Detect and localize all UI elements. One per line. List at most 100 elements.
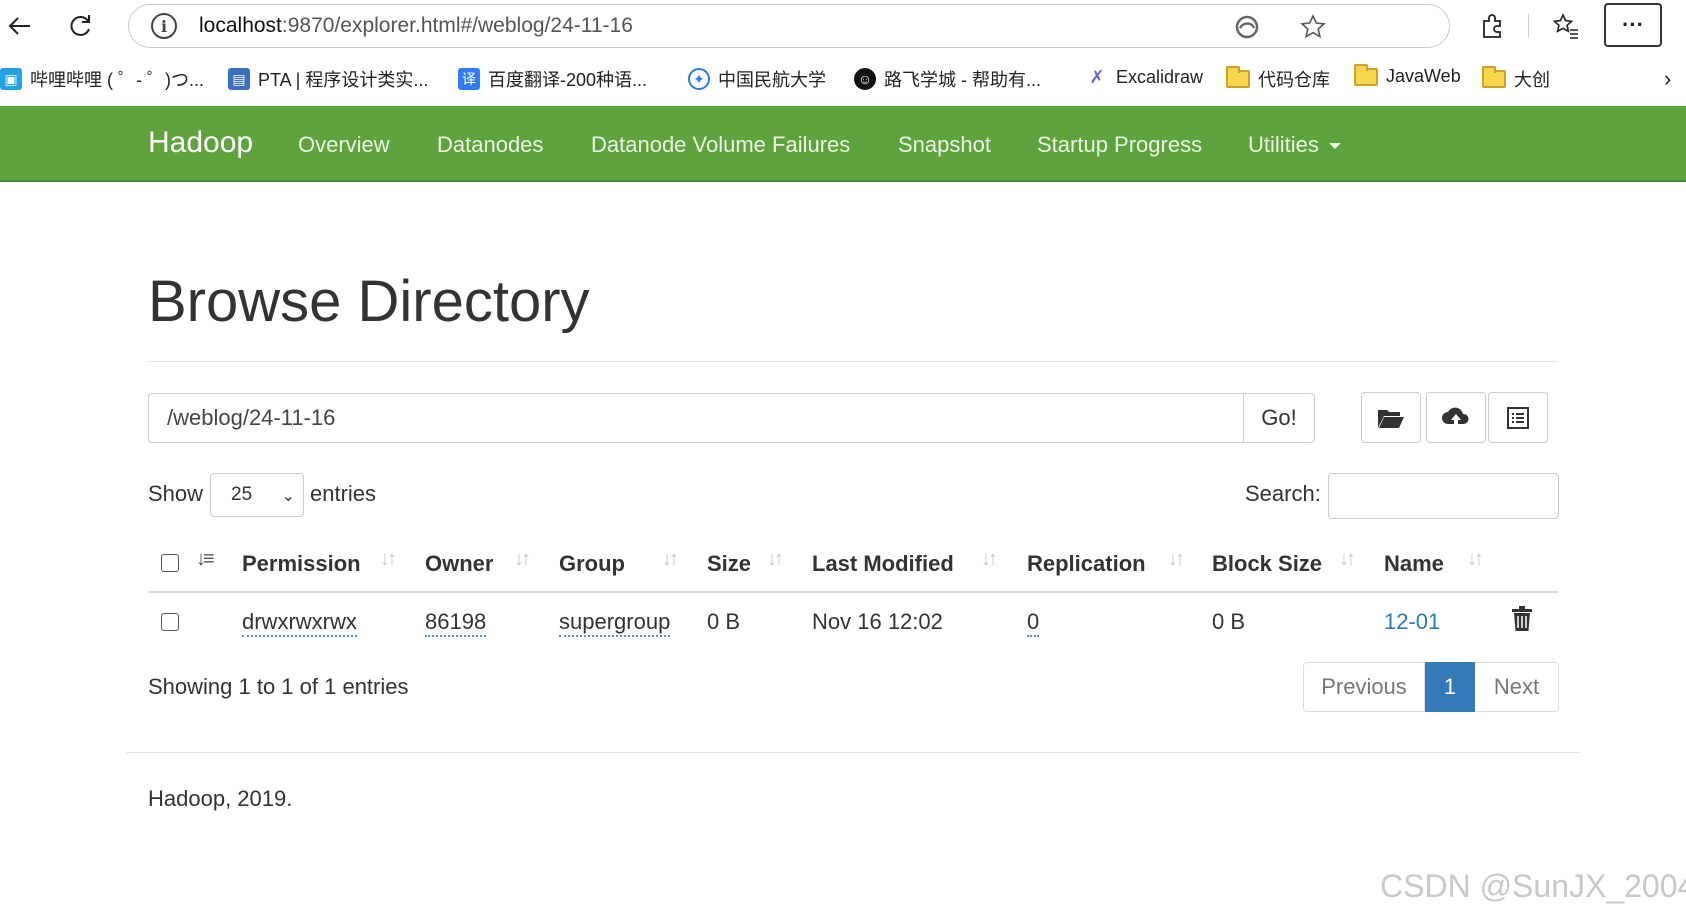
bookmark-folder-dachuang[interactable]: 大创 <box>1482 66 1550 92</box>
bookmark-label: 代码仓库 <box>1258 70 1330 90</box>
favorites-icon[interactable] <box>1546 6 1586 46</box>
url-text[interactable]: localhost:9870/explorer.html#/weblog/24-… <box>199 14 633 38</box>
delete-trash-icon[interactable] <box>1512 606 1532 637</box>
column-header-owner[interactable]: Owner <box>425 551 493 577</box>
sort-icon[interactable]: ↓↑ <box>1467 548 1484 571</box>
owner-value: 86198 <box>425 609 487 637</box>
bookmark-cauc[interactable]: ✦ 中国民航大学 <box>688 66 826 92</box>
extensions-icon[interactable] <box>1472 6 1512 46</box>
bookmark-excalidraw[interactable]: ✗ Excalidraw <box>1086 66 1203 88</box>
pta-icon: ▤ <box>228 68 250 90</box>
permission-value: drwxrwxrwx <box>242 609 357 637</box>
bookmark-label: 百度翻译-200种语... <box>488 70 648 90</box>
table-info: Showing 1 to 1 of 1 entries <box>148 674 409 699</box>
cloud-upload-icon <box>1442 407 1469 427</box>
upload-button[interactable] <box>1426 392 1486 443</box>
nav-utilities-dropdown[interactable]: Utilities <box>1248 132 1341 158</box>
nav-datanode-volume-failures[interactable]: Datanode Volume Failures <box>591 132 850 158</box>
sort-icon[interactable]: ↓↑ <box>1339 548 1356 571</box>
bookmark-label: 路飞学城 - 帮助有... <box>884 70 1041 90</box>
chevron-down-icon: ⌄ <box>281 488 295 505</box>
group-value: supergroup <box>559 609 671 637</box>
column-header-block-size[interactable]: Block Size <box>1212 551 1322 577</box>
entries-per-page-select[interactable]: 25 ⌄ <box>210 473 304 517</box>
column-header-size[interactable]: Size <box>707 551 751 577</box>
bookmark-label: 中国民航大学 <box>718 70 826 90</box>
next-page-button[interactable]: Next <box>1475 662 1559 712</box>
sort-icon[interactable]: ↓↑ <box>380 548 397 571</box>
address-bar[interactable]: i localhost:9870/explorer.html#/weblog/2… <box>128 4 1450 48</box>
show-label: Show <box>148 481 204 506</box>
cell-name-link[interactable]: 12-01 <box>1384 609 1440 635</box>
footer-divider <box>126 752 1580 753</box>
translate-icon: 译 <box>458 68 480 90</box>
search-input[interactable] <box>1328 473 1559 519</box>
refresh-icon[interactable] <box>60 6 100 46</box>
url-path: :9870/explorer.html#/weblog/24-11-16 <box>281 14 633 37</box>
bookmarks-bar: ▣ 哔哩哔哩 ( ゜- ゜)つ... ▤ PTA | 程序设计类实... 译 百… <box>0 56 1686 100</box>
page-footer: Hadoop, 2019. <box>148 786 293 811</box>
favorite-star-icon[interactable] <box>1297 11 1329 43</box>
nav-snapshot[interactable]: Snapshot <box>898 132 991 158</box>
go-button[interactable]: Go! <box>1243 393 1315 443</box>
nav-datanodes[interactable]: Datanodes <box>437 132 543 158</box>
bookmark-folder-javaweb[interactable]: JavaWeb <box>1354 63 1461 87</box>
bilibili-icon: ▣ <box>0 68 22 90</box>
cell-last-modified: Nov 16 12:02 <box>812 609 943 634</box>
folder-icon <box>1226 66 1250 88</box>
replication-value: 0 <box>1027 609 1040 637</box>
edge-extension-icon[interactable] <box>1231 11 1263 43</box>
create-directory-button[interactable] <box>1361 392 1421 443</box>
cell-owner[interactable]: 86198 <box>425 609 487 637</box>
bookmark-folder-code-repo[interactable]: 代码仓库 <box>1226 66 1330 92</box>
bookmark-label: 哔哩哔哩 ( ゜- ゜)つ... <box>30 70 204 90</box>
cell-group[interactable]: supergroup <box>559 609 671 637</box>
cell-replication[interactable]: 0 <box>1027 609 1040 637</box>
cell-size: 0 B <box>707 609 741 634</box>
directory-path-input[interactable]: /weblog/24-11-16 <box>148 393 1244 443</box>
bookmark-luffy[interactable]: ☺ 路飞学城 - 帮助有... <box>854 66 1041 92</box>
page-1-button[interactable]: 1 <box>1425 662 1475 712</box>
sort-icon[interactable]: ↓↑ <box>662 548 679 571</box>
previous-page-button[interactable]: Previous <box>1303 662 1425 712</box>
list-alt-icon <box>1507 406 1529 429</box>
bookmark-label: Excalidraw <box>1116 66 1204 87</box>
back-icon[interactable] <box>0 6 40 46</box>
sort-icon[interactable]: ↓↑ <box>767 548 784 571</box>
cut-paste-list-button[interactable] <box>1488 392 1548 443</box>
site-info-icon[interactable]: i <box>151 13 177 39</box>
nav-overview[interactable]: Overview <box>298 132 390 158</box>
nav-utilities-label: Utilities <box>1248 132 1319 157</box>
browser-toolbar: i localhost:9870/explorer.html#/weblog/2… <box>0 0 1686 52</box>
column-header-group[interactable]: Group <box>559 551 625 577</box>
bookmark-label: JavaWeb <box>1386 66 1461 86</box>
page-title: Browse Directory <box>148 269 590 334</box>
sort-ascending-icon[interactable]: ↓≡ <box>196 548 215 571</box>
sort-icon[interactable]: ↓↑ <box>1168 548 1185 571</box>
column-header-name[interactable]: Name <box>1384 551 1444 577</box>
excalidraw-icon: ✗ <box>1086 66 1108 88</box>
brand-link[interactable]: Hadoop <box>148 126 253 160</box>
column-header-permission[interactable]: Permission <box>242 551 361 577</box>
url-host: localhost <box>199 14 282 37</box>
more-menu-icon[interactable]: ··· <box>1604 3 1662 47</box>
sort-icon[interactable]: ↓↑ <box>514 548 531 571</box>
bookmark-baidu-translate[interactable]: 译 百度翻译-200种语... <box>458 66 647 92</box>
bookmark-bilibili[interactable]: ▣ 哔哩哔哩 ( ゜- ゜)つ... <box>0 66 204 92</box>
title-divider <box>148 361 1558 362</box>
column-header-replication[interactable]: Replication <box>1027 551 1146 577</box>
folder-icon <box>1354 63 1378 86</box>
search-label: Search: <box>1245 481 1321 506</box>
row-checkbox[interactable] <box>161 613 179 631</box>
column-header-last-modified[interactable]: Last Modified <box>812 551 954 577</box>
cell-permission[interactable]: drwxrwxrwx <box>242 609 357 637</box>
bookmarks-overflow-chevron-icon[interactable]: › <box>1664 66 1671 92</box>
university-icon: ✦ <box>688 68 710 90</box>
bookmark-pta[interactable]: ▤ PTA | 程序设计类实... <box>228 66 428 92</box>
folder-icon <box>1482 66 1506 88</box>
folder-open-icon <box>1378 409 1404 428</box>
nav-startup-progress[interactable]: Startup Progress <box>1037 132 1202 158</box>
sort-icon[interactable]: ↓↑ <box>981 548 998 571</box>
bookmark-label: 大创 <box>1514 70 1550 90</box>
select-all-checkbox[interactable] <box>161 554 179 572</box>
